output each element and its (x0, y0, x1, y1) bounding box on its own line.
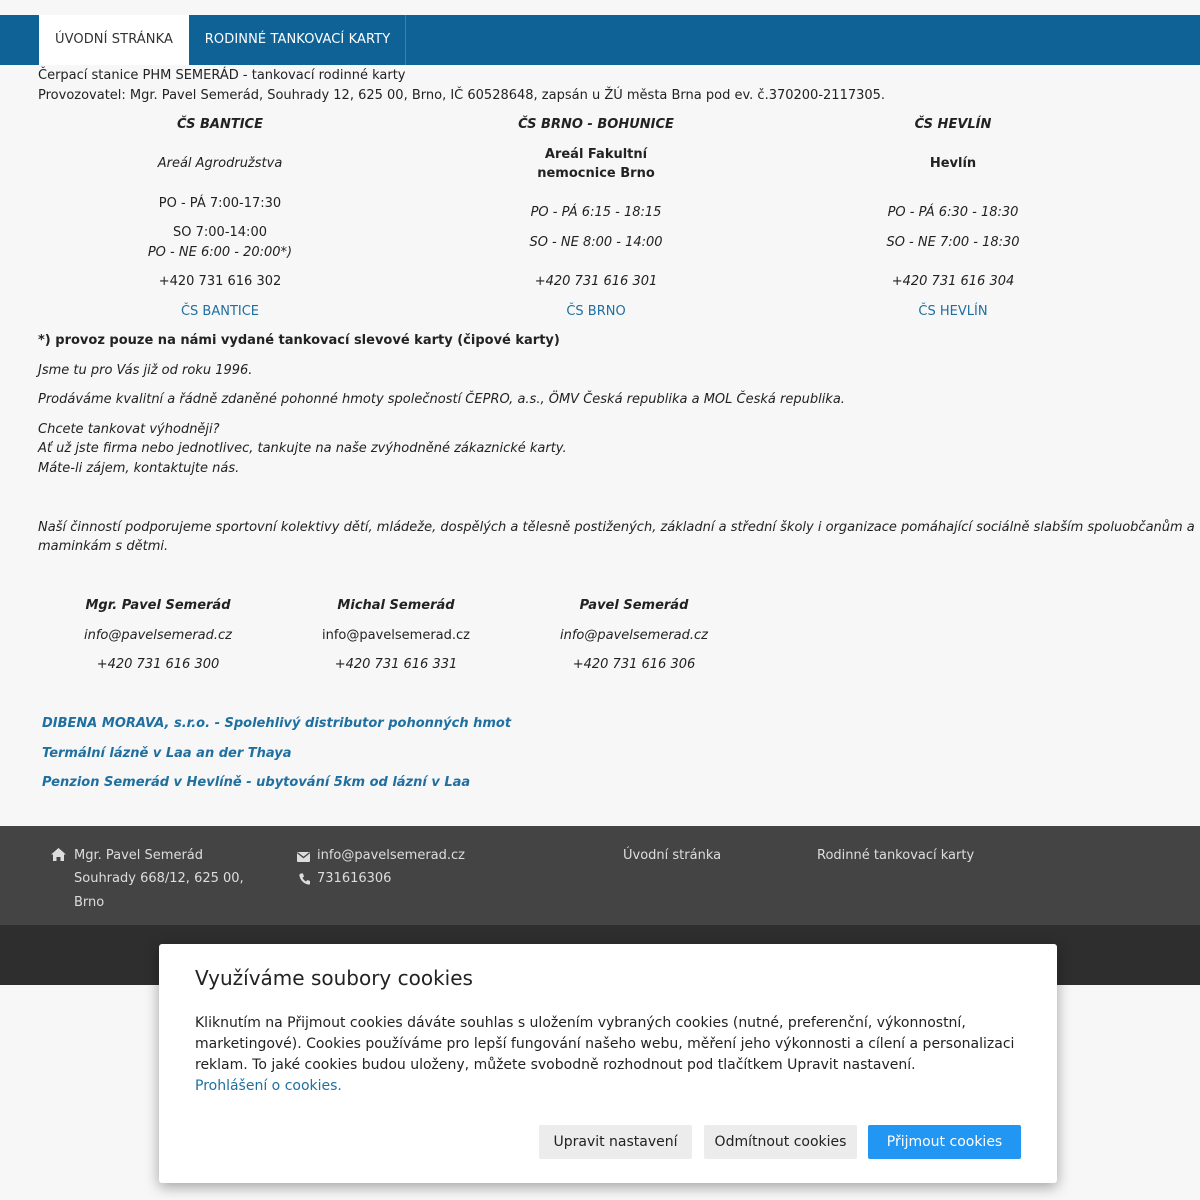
cheaper-text: Chcete tankovat výhodněji? (38, 422, 220, 437)
station-hours: SO - NE 7:00 - 18:30 (886, 235, 1020, 250)
station-place: nemocnice Brno (537, 166, 655, 181)
station-phone: +420 731 616 304 (891, 274, 1015, 289)
tab-home[interactable]: ÚVODNÍ STRÁNKA (39, 15, 189, 65)
station-hours: SO - NE 8:00 - 14:00 (529, 235, 663, 250)
contact-email: info@pavelsemerad.cz (559, 628, 708, 643)
support-text: Naší činností podporujeme sportovní kole… (38, 520, 1195, 535)
station-hours: PO - PÁ 7:00-17:30 (158, 196, 282, 211)
station-link-brno[interactable]: ČS BRNO (496, 302, 696, 321)
station-name: ČS BRNO - BOHUNICE (518, 117, 674, 132)
footer-address-street: Souhrady 668/12, 625 00, (74, 871, 244, 886)
phone-icon (299, 873, 310, 885)
contact-name: Pavel Semerád (579, 598, 689, 613)
station-place: Hevlín (929, 156, 977, 171)
contact-name: Mgr. Pavel Semerád (85, 598, 231, 613)
cookie-reject-button[interactable]: Odmítnout cookies (704, 1125, 857, 1159)
station-hours: SO 7:00-14:00 (173, 225, 267, 240)
sell-text: Prodáváme kvalitní a řádně zdaněné pohon… (38, 392, 845, 407)
station-hours: PO - NE 6:00 - 20:00*) (147, 245, 293, 260)
station-link-hevlin[interactable]: ČS HEVLÍN (853, 302, 1053, 321)
footer-address-city: Brno (74, 895, 105, 910)
contact-phone: +420 731 616 306 (572, 657, 696, 672)
top-strip (0, 0, 1200, 15)
main-nav: ÚVODNÍ STRÁNKA RODINNÉ TANKOVACÍ KARTY (0, 15, 1200, 65)
footer-nav-home[interactable]: Úvodní stránka (623, 844, 721, 867)
station-link-bantice[interactable]: ČS BANTICE (120, 302, 320, 321)
card-note: *) provoz pouze na námi vydané tankovací… (38, 333, 560, 348)
station-place: Areál Agrodružstva (157, 156, 283, 171)
since-text: Jsme tu pro Vás již od roku 1996. (38, 363, 253, 378)
station-phone: +420 731 616 302 (158, 274, 282, 289)
footer-nav-family-cards[interactable]: Rodinné tankovací karty (817, 844, 974, 867)
contact-phone: +420 731 616 331 (334, 657, 458, 672)
contact-name: Michal Semerád (337, 598, 455, 613)
cookie-dialog: Využíváme soubory cookies Kliknutím na P… (159, 944, 1057, 1183)
footer-phone: 731616306 (317, 871, 392, 886)
intro-line-2: Provozovatel: Mgr. Pavel Semerád, Souhra… (38, 88, 886, 103)
station-name: ČS BANTICE (177, 117, 263, 132)
station-hours: PO - PÁ 6:15 - 18:15 (530, 205, 662, 220)
tab-family-cards[interactable]: RODINNÉ TANKOVACÍ KARTY (190, 15, 406, 65)
footer-address-name: Mgr. Pavel Semerád (74, 848, 204, 863)
support-text: maminkám s dětmi. (38, 539, 169, 554)
intro-line-1: Čerpací stanice PHM SEMERÁD - tankovací … (38, 68, 406, 83)
station-phone: +420 731 616 301 (534, 274, 658, 289)
cheaper-text: Máte-li zájem, kontaktujte nás. (38, 461, 240, 476)
envelope-icon (297, 852, 310, 862)
contact-email: info@pavelsemerad.cz (83, 628, 232, 643)
cookie-policy-link[interactable]: Prohlášení o cookies. (195, 1078, 342, 1094)
footer-email[interactable]: info@pavelsemerad.cz (317, 844, 465, 867)
cookie-body: Kliknutím na Přijmout cookies dáváte sou… (195, 1013, 1025, 1097)
contact-phone: +420 731 616 300 (96, 657, 220, 672)
link-dibena[interactable]: DIBENA MORAVA, s.r.o. - Spolehlivý distr… (42, 714, 511, 733)
cookie-settings-button[interactable]: Upravit nastavení (539, 1125, 692, 1159)
cookie-accept-button[interactable]: Přijmout cookies (868, 1125, 1021, 1159)
cookie-title: Využíváme soubory cookies (195, 966, 473, 990)
cookie-body-text: Kliknutím na Přijmout cookies dáváte sou… (195, 1015, 1015, 1073)
link-penzion[interactable]: Penzion Semerád v Hevlíně - ubytování 5k… (42, 773, 470, 792)
home-icon (51, 848, 66, 861)
contact-email: info@pavelsemerad.cz (321, 628, 470, 643)
station-place: Areál Fakultní (544, 147, 648, 162)
station-name: ČS HEVLÍN (914, 117, 992, 132)
cheaper-text: Ať už jste firma nebo jednotlivec, tanku… (38, 441, 567, 456)
link-thermal-spa[interactable]: Termální lázně v Laa an der Thaya (42, 744, 292, 763)
station-hours: PO - PÁ 6:30 - 18:30 (887, 205, 1019, 220)
footer: Mgr. Pavel Semerád Souhrady 668/12, 625 … (0, 826, 1200, 925)
